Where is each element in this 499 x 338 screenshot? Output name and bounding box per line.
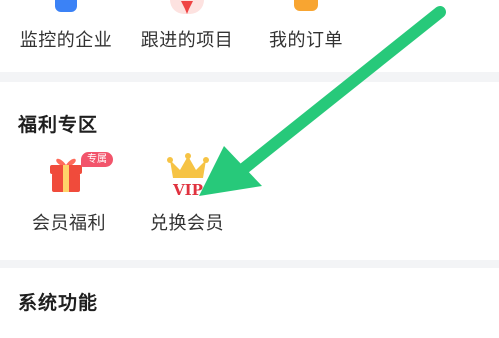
shortcut-card: 监控的企业 跟进的项目 我的订单 [0, 0, 499, 72]
building-icon [55, 0, 77, 12]
welfare-card: 福利专区 专属 会员福利 VIP 兑换会员 [0, 82, 499, 260]
redeem-membership-label: 兑换会员 [150, 213, 224, 234]
shortcut-label: 跟进的项目 [140, 30, 234, 51]
section-title-system: 系统功能 [18, 292, 99, 314]
shortcut-label: 我的订单 [269, 30, 343, 51]
exclusive-badge: 专属 [81, 152, 113, 167]
order-icon [294, 0, 318, 11]
shortcut-label: 监控的企业 [19, 30, 113, 51]
system-card: 系统功能 [0, 268, 499, 338]
star-icon [170, 0, 204, 14]
vip-icon-text: VIP [172, 181, 203, 199]
member-benefits-label: 会员福利 [32, 213, 106, 234]
section-title-welfare: 福利专区 [18, 114, 99, 136]
vip-crown-icon: VIP [167, 153, 209, 199]
